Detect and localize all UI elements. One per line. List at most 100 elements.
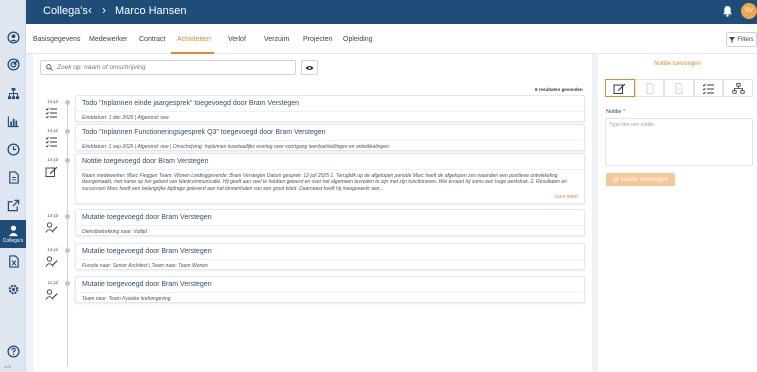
type-todo-button[interactable] <box>693 79 724 97</box>
tab-contract[interactable]: Contract <box>139 36 165 43</box>
file-icon <box>676 82 683 94</box>
funnel-icon <box>729 36 736 43</box>
tab-projecten[interactable]: Projecten <box>303 36 333 43</box>
tab-bar: Basisgegevens Medewerker Contract Activi… <box>26 24 757 54</box>
target-icon <box>6 57 20 71</box>
filters-button[interactable]: Filters <box>726 32 757 47</box>
timeline-line <box>67 101 68 366</box>
person-name: Marco Hansen <box>115 5 187 17</box>
add-note-label: Notitie toevoegen <box>621 176 668 183</box>
tab-verzuim[interactable]: Verzuim <box>264 36 289 43</box>
external-link-icon <box>7 199 19 211</box>
activity-detail: Einddatum: 1 dec 2025 | Afgerond: nee <box>82 115 169 121</box>
read-more-link[interactable]: Lees meer <box>554 194 578 200</box>
app-title: Collega's <box>43 5 88 17</box>
org-chart-icon <box>7 87 19 99</box>
search-box <box>40 60 296 75</box>
gear-icon <box>8 284 18 294</box>
entry-date: 14 jul <box>47 157 58 162</box>
top-header: Collega's ‹ › Marco Hansen BV <box>26 0 757 24</box>
timeline-dot <box>65 129 70 134</box>
tab-activiteiten[interactable]: Activiteiten <box>177 36 211 43</box>
timeline-dot <box>65 214 70 219</box>
rail-item-help[interactable] <box>0 338 26 364</box>
activity-title: Todo "Inplannen einde jaargesprek" toege… <box>82 100 300 107</box>
help-icon <box>6 344 20 358</box>
type-file-button[interactable] <box>664 79 694 97</box>
rail-item-documents[interactable] <box>0 164 26 190</box>
user-circle-icon <box>6 30 20 44</box>
type-note-button[interactable] <box>605 79 635 97</box>
user-edit-icon <box>45 222 58 233</box>
tab-basisgegevens[interactable]: Basisgegevens <box>33 36 80 43</box>
tab-medewerker[interactable]: Medewerker <box>89 36 128 43</box>
activity-panel: 6 resultaten gevonden 14 jul Todo "Inpla… <box>33 54 592 372</box>
entry-date: 11 jul <box>47 280 58 285</box>
note-placeholder: Type hier een notitie <box>609 122 655 128</box>
activity-card[interactable]: Mutatie toegevoegd door Bram Verstegen T… <box>75 276 585 303</box>
timeline-dot <box>65 100 70 105</box>
activity-detail: Dienstbetrekking naar: Voltijd <box>82 229 147 235</box>
rail-item-colleagues[interactable]: Collega's <box>0 220 26 248</box>
activity-card[interactable]: Mutatie toegevoegd door Bram Verstegen D… <box>75 209 585 236</box>
timeline-dot <box>65 158 70 163</box>
activity-card[interactable]: Todo "Inplannen Functioneringsgesprek Q3… <box>75 124 585 151</box>
clock-icon <box>6 142 20 156</box>
rail-item-label: Collega's <box>2 238 24 244</box>
rail-item-time[interactable] <box>0 136 26 162</box>
results-count: 6 resultaten gevonden <box>535 87 583 92</box>
document-icon <box>8 170 19 184</box>
filters-label: Filters <box>737 36 754 43</box>
card-divider <box>76 292 584 293</box>
rail-item-profile[interactable] <box>0 24 26 50</box>
bar-chart-icon <box>7 115 19 127</box>
rail-item-export[interactable] <box>0 192 26 218</box>
card-divider <box>76 140 584 141</box>
type-document-button[interactable] <box>634 79 665 97</box>
rail-item-organization[interactable] <box>0 80 26 106</box>
card-divider <box>76 111 584 112</box>
add-note-panel: Notitie toevoegen Notitie * Type hier ee… <box>598 54 757 372</box>
todo-icon <box>45 136 57 147</box>
eye-icon <box>305 65 314 70</box>
rail-item-dashboard[interactable] <box>0 51 26 77</box>
activity-title: Mutatie toegevoegd door Bram Verstegen <box>82 248 212 255</box>
activity-title: Mutatie toegevoegd door Bram Verstegen <box>82 214 212 221</box>
activity-card[interactable]: Notitie toegevoegd door Bram Verstegen N… <box>75 153 585 204</box>
back-arrow-icon[interactable]: ‹ <box>88 3 92 17</box>
version-label: v.72 <box>4 364 12 369</box>
panel-title: Notitie toevoegen <box>654 61 701 67</box>
note-textarea[interactable]: Type hier een notitie <box>605 118 753 166</box>
person-icon <box>8 225 18 237</box>
rail-item-reports[interactable] <box>0 108 26 134</box>
user-edit-icon <box>45 256 58 267</box>
card-divider <box>76 259 584 260</box>
note-icon <box>613 83 626 94</box>
bell-icon[interactable] <box>722 5 733 17</box>
todo-icon <box>45 107 57 118</box>
card-divider <box>76 169 584 170</box>
tab-verlof[interactable]: Verlof <box>228 36 246 43</box>
activity-title: Mutatie toegevoegd door Bram Verstegen <box>82 281 212 288</box>
add-note-button[interactable]: Notitie toevoegen <box>606 173 675 186</box>
toggle-visibility-button[interactable] <box>301 60 318 75</box>
required-mark: * <box>623 109 626 115</box>
rail-item-settings[interactable] <box>0 276 26 302</box>
org-chart-icon <box>732 82 745 94</box>
note-icon <box>45 166 58 177</box>
note-icon <box>613 177 619 182</box>
activity-detail: Functie naar: Senior Architect | Team na… <box>82 263 208 269</box>
activity-card[interactable]: Todo "Inplannen einde jaargesprek" toege… <box>75 95 585 122</box>
user-edit-icon <box>45 289 58 300</box>
avatar[interactable]: BV <box>741 3 757 19</box>
activity-type-selector <box>605 79 753 97</box>
activity-card[interactable]: Mutatie toegevoegd door Bram Verstegen F… <box>75 243 585 270</box>
search-input[interactable] <box>57 64 287 71</box>
search-icon <box>46 64 53 71</box>
rail-item-excel[interactable] <box>0 248 26 274</box>
forward-arrow-icon[interactable]: › <box>102 3 106 17</box>
type-mutation-button[interactable] <box>723 79 753 97</box>
timeline-dot <box>65 281 70 286</box>
tab-opleiding[interactable]: Opleiding <box>343 36 373 43</box>
spreadsheet-icon <box>8 254 19 268</box>
